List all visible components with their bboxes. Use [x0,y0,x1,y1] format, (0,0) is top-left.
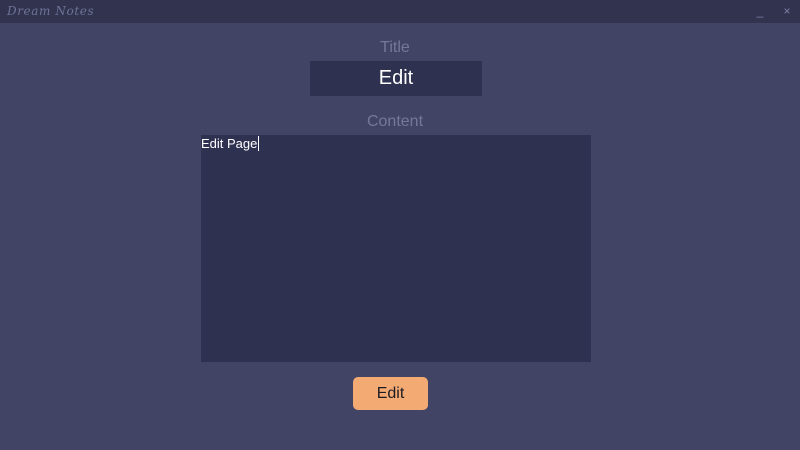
minimize-button[interactable]: _ [752,3,768,19]
app-title: Dream Notes [7,4,95,18]
content-text: Edit Page [201,136,258,151]
title-input[interactable] [310,61,482,96]
title-label: Title [380,39,410,56]
edit-button[interactable]: Edit [353,377,428,410]
close-button[interactable]: × [779,3,795,19]
app-window: Dream Notes _ × Title Content Edit Page … [0,0,800,450]
text-caret [258,136,260,151]
content-textarea[interactable]: Edit Page [201,135,591,362]
content-label: Content [366,113,424,130]
title-bar[interactable]: Dream Notes _ × [0,0,800,23]
